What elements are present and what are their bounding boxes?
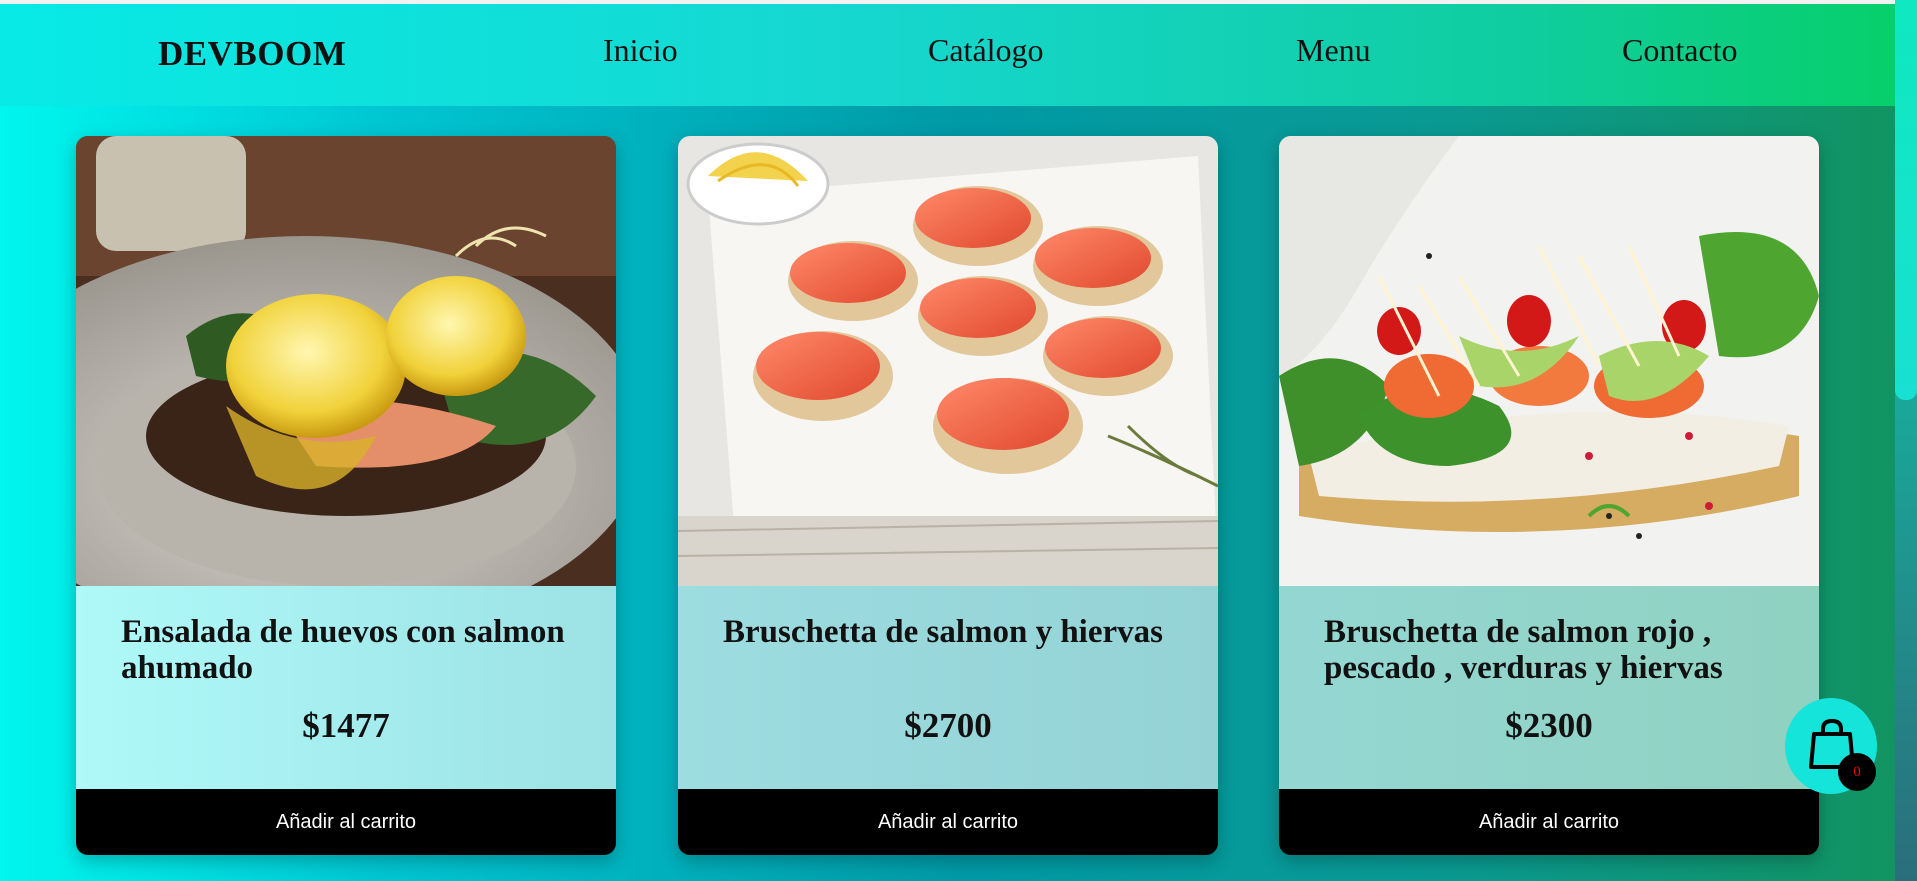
cart-count-badge: 0 [1838,753,1876,791]
cart-button[interactable]: 0 [1785,698,1877,794]
navbar: DEVBOOM Inicio Catálogo Menu Contacto [0,4,1895,106]
product-image-salmon-bruschetta [678,136,1218,586]
brand-logo[interactable]: DEVBOOM [158,34,346,74]
product-card: Bruschetta de salmon rojo , pescado , ve… [1279,136,1819,855]
product-image-eggs-benedict [76,136,616,586]
nav-link-menu[interactable]: Menu [1296,32,1371,69]
product-card: Bruschetta de salmon y hiervas $2700 Aña… [678,136,1218,855]
add-to-cart-button[interactable]: Añadir al carrito [678,789,1218,855]
nav-link-catalogo[interactable]: Catálogo [928,32,1044,69]
product-card: Ensalada de huevos con salmon ahumado $1… [76,136,616,855]
nav-link-inicio[interactable]: Inicio [603,32,678,69]
add-to-cart-button[interactable]: Añadir al carrito [1279,789,1819,855]
scrollbar-thumb[interactable] [1895,0,1917,400]
product-info: Ensalada de huevos con salmon ahumado $1… [76,586,616,789]
product-title: Bruschetta de salmon y hiervas [723,614,1163,650]
add-to-cart-button[interactable]: Añadir al carrito [76,789,616,855]
product-price: $2300 [1505,706,1593,745]
product-price: $2700 [904,706,992,745]
product-info: Bruschetta de salmon y hiervas $2700 [678,586,1218,789]
product-price: $1477 [302,706,390,745]
product-info: Bruschetta de salmon rojo , pescado , ve… [1279,586,1819,789]
product-title: Bruschetta de salmon rojo , pescado , ve… [1324,614,1723,686]
product-image-salmon-vegetable-toast [1279,136,1819,586]
product-title: Ensalada de huevos con salmon ahumado [121,614,565,686]
nav-link-contacto[interactable]: Contacto [1622,32,1738,69]
